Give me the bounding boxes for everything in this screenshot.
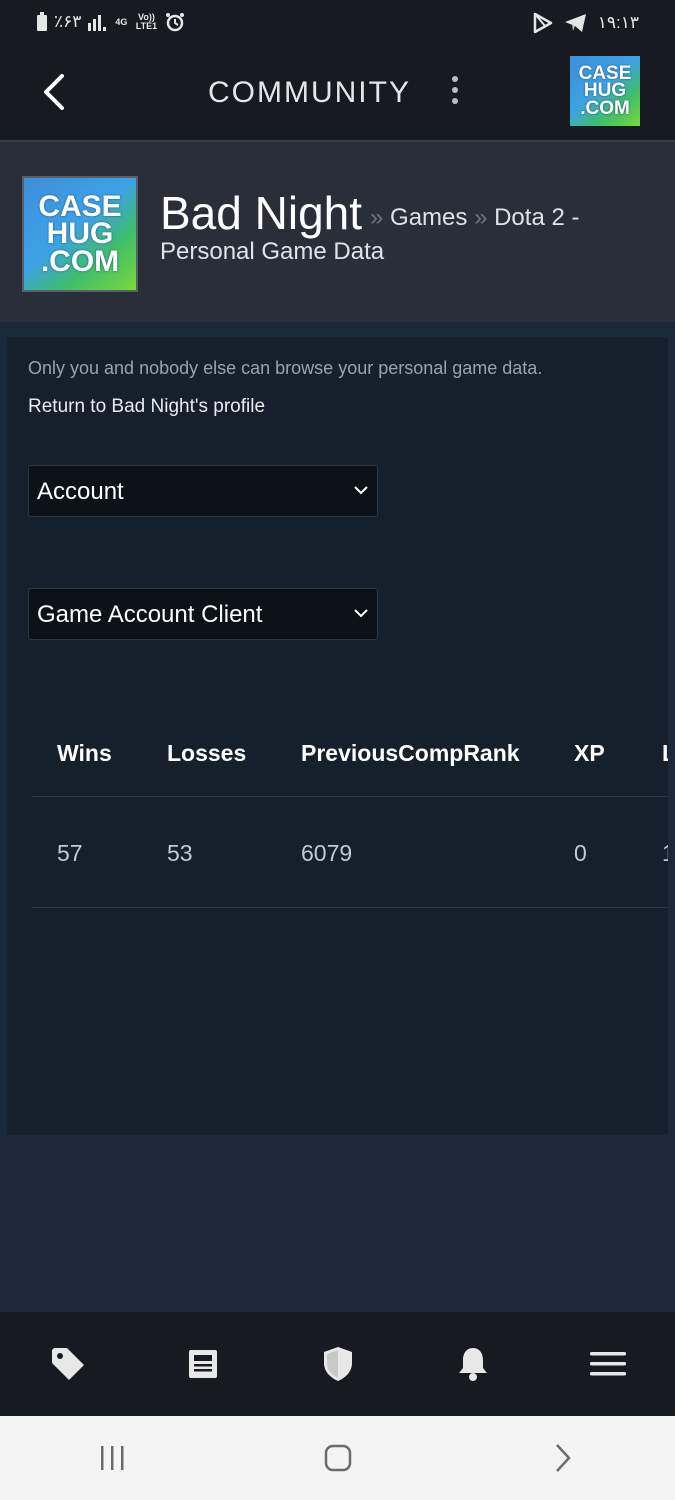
category-select-value: Account <box>37 478 124 505</box>
avatar-line-2: HUG <box>46 217 114 251</box>
recent-apps-button[interactable] <box>73 1428 153 1488</box>
back-button[interactable] <box>34 70 74 114</box>
table-select[interactable]: Game Account Client <box>28 588 378 640</box>
news-icon[interactable] <box>168 1329 238 1399</box>
table-select-value: Game Account Client <box>37 601 263 628</box>
chevron-down-icon <box>354 486 368 495</box>
network-type: 4G <box>115 16 128 27</box>
category-select[interactable]: Account <box>28 465 378 517</box>
game-data-panel: Only you and nobody else can browse your… <box>7 337 668 1135</box>
table-cell: 0 <box>574 840 587 866</box>
recent-apps-icon <box>100 1446 123 1470</box>
home-button[interactable] <box>298 1428 378 1488</box>
chevron-down-icon <box>354 609 368 618</box>
status-left: ٪۶۳ 4G Vo)) LTE1 <box>36 12 185 32</box>
table-cell: 53 <box>167 840 193 866</box>
more-options-icon[interactable] <box>445 76 465 110</box>
shield-icon[interactable] <box>303 1329 373 1399</box>
alarm-icon <box>166 13 185 32</box>
breadcrumb-separator: » <box>474 204 488 231</box>
table-cell: 57 <box>57 840 83 866</box>
signal-icon <box>88 15 107 31</box>
battery-icon <box>37 12 47 31</box>
store-tag-icon[interactable] <box>33 1329 103 1399</box>
breadcrumb: » Games » Dota 2 - <box>370 204 579 232</box>
stats-table[interactable]: Wins Losses PreviousCompRank XP L 57 53 … <box>32 732 668 912</box>
table-row: 57 53 6079 0 1 <box>32 796 668 908</box>
profile-header: CASE HUG .COM Bad Night » Games » Dota 2… <box>0 140 675 322</box>
telegram-icon <box>564 14 586 32</box>
home-icon <box>324 1444 351 1472</box>
return-to-profile-link[interactable]: Return to Bad Night's profile <box>28 396 265 418</box>
column-header: PreviousCompRank <box>301 740 520 766</box>
avatar-line-3: .COM <box>40 244 120 278</box>
breadcrumb-games[interactable]: Games <box>390 204 467 231</box>
system-back-button[interactable] <box>523 1428 603 1488</box>
column-header: Losses <box>167 740 247 766</box>
privacy-note: Only you and nobody else can browse your… <box>28 358 543 378</box>
logo-line-3: .COM <box>580 97 630 119</box>
clock: ۱۹:۱۳ <box>597 13 639 32</box>
account-avatar[interactable]: CASE HUG .COM <box>570 56 640 126</box>
menu-icon[interactable] <box>573 1329 643 1399</box>
persona-name[interactable]: Bad Night <box>160 186 362 240</box>
volte-label: Vo)) LTE1 <box>135 12 158 31</box>
header-title: COMMUNITY <box>208 76 411 109</box>
system-nav <box>0 1416 675 1500</box>
bottom-nav <box>0 1312 675 1416</box>
avatar-line-1: CASE <box>38 189 122 223</box>
play-store-icon <box>533 12 552 34</box>
breadcrumb-separator: » <box>370 204 384 231</box>
profile-avatar[interactable]: CASE HUG .COM <box>22 176 138 292</box>
breadcrumb-game[interactable]: Dota 2 - <box>494 204 579 231</box>
status-bar: ٪۶۳ 4G Vo)) LTE1 ۱۹:۱۳ <box>0 0 675 50</box>
battery-percent: ٪۶۳ <box>54 12 82 31</box>
column-header: XP <box>574 740 605 766</box>
table-cell: 1 <box>662 840 668 867</box>
column-header: Wins <box>57 740 112 766</box>
app-header: COMMUNITY CASE HUG .COM <box>0 50 675 140</box>
table-header: Wins Losses PreviousCompRank XP L <box>32 732 668 797</box>
chevron-right-icon <box>555 1444 571 1472</box>
column-header: L <box>662 740 668 767</box>
table-cell: 6079 <box>301 840 353 866</box>
bell-icon[interactable] <box>438 1329 508 1399</box>
breadcrumb-page: Personal Game Data <box>160 238 385 265</box>
back-arrow-icon <box>44 74 64 110</box>
status-right: ۱۹:۱۳ <box>532 12 639 34</box>
